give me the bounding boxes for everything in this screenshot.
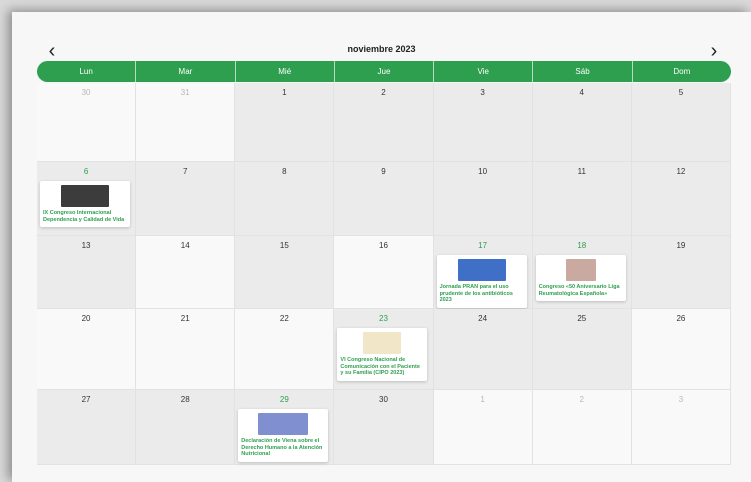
day-cell[interactable]: 16	[334, 236, 434, 309]
day-cell[interactable]: 1	[433, 390, 533, 465]
day-number: 2	[579, 395, 584, 404]
weekday-label: Vie	[434, 61, 534, 82]
day-cell[interactable]: 20	[37, 309, 137, 390]
day-number: 17	[478, 241, 488, 250]
day-number: 13	[81, 241, 91, 250]
day-cell[interactable]: 3	[433, 83, 533, 162]
day-number: 3	[678, 395, 684, 404]
day-number: 29	[279, 395, 289, 404]
weekday-label: Mié	[236, 61, 335, 82]
day-number: 1	[282, 88, 287, 97]
day-number: 19	[676, 241, 686, 250]
day-number: 1	[480, 395, 485, 404]
day-number: 24	[478, 314, 488, 323]
weekday-label: Sáb	[533, 61, 633, 82]
day-cell[interactable]: 14	[136, 236, 236, 309]
month-title: noviembre 2023	[347, 44, 416, 54]
event-card[interactable]: VI Congreso Nacional de Comunicación con…	[337, 328, 428, 381]
day-cell[interactable]: 25	[532, 309, 632, 390]
event-thumbnail	[565, 259, 596, 281]
day-number: 25	[577, 314, 587, 323]
day-number: 15	[279, 241, 289, 250]
day-cell[interactable]: 4	[532, 83, 632, 162]
event-title: Declaración de Viena sobre el Derecho Hu…	[241, 438, 323, 457]
event-thumbnail	[363, 332, 402, 354]
day-cell[interactable]: 18 Congreso «50 Aniversario Liga Reumatol…	[532, 236, 632, 309]
day-cell[interactable]: 8	[235, 162, 335, 236]
day-number: 7	[182, 167, 188, 176]
day-number: 30	[379, 395, 388, 404]
day-number: 18	[577, 241, 587, 250]
day-cell[interactable]: 28	[136, 390, 236, 465]
weekday-label: Dom	[673, 67, 691, 76]
weekday-label: Mar	[136, 61, 236, 82]
event-thumbnail	[61, 185, 109, 207]
day-cell[interactable]: 5	[631, 83, 731, 162]
day-cell[interactable]: 26	[631, 309, 731, 390]
day-cell[interactable]: 15	[235, 236, 335, 309]
event-thumbnail	[258, 413, 309, 435]
day-cell[interactable]: 7	[136, 162, 236, 236]
day-number: 30	[81, 88, 91, 97]
day-number: 20	[81, 314, 91, 323]
day-cell[interactable]: 23 VI Congreso Nacional de Comunicación c…	[334, 309, 434, 390]
day-number: 14	[180, 241, 190, 250]
day-number: 22	[279, 314, 289, 323]
day-number: 23	[379, 314, 388, 323]
event-title: VI Congreso Nacional de Comunicación con…	[340, 357, 420, 376]
day-cell[interactable]: 2	[532, 390, 632, 465]
day-cell[interactable]: 19	[631, 236, 731, 309]
day-cell[interactable]: 1	[235, 83, 335, 162]
day-cell[interactable]: 30	[37, 83, 137, 162]
day-number: 28	[180, 395, 190, 404]
day-cell[interactable]: 3	[631, 390, 731, 465]
day-cell[interactable]: 21	[136, 309, 236, 390]
day-cell[interactable]: 31	[136, 83, 236, 162]
event-card[interactable]: Congreso «50 Aniversario Liga Reumatológ…	[535, 255, 626, 301]
day-number: 31	[180, 88, 190, 97]
day-number: 26	[676, 314, 686, 323]
day-cell[interactable]: 2	[334, 83, 434, 162]
day-number: 8	[282, 167, 287, 176]
day-cell[interactable]: 29 Declaración de Viena sobre el Derecho …	[235, 390, 335, 465]
day-cell[interactable]: 30	[334, 390, 434, 465]
day-cell[interactable]: 9	[334, 162, 434, 236]
weekday-header: Lun Mar Mié Jue Vie Sáb Dom	[37, 61, 731, 82]
event-card[interactable]: IX Congreso Internacional Dependencia y …	[40, 181, 130, 227]
day-number: 12	[676, 167, 686, 176]
day-number: 6	[83, 167, 89, 176]
event-title: IX Congreso Internacional Dependencia y …	[43, 210, 125, 223]
day-number: 4	[579, 88, 584, 97]
day-number: 11	[577, 167, 586, 176]
day-number: 2	[381, 88, 386, 97]
day-number: 27	[81, 395, 91, 404]
day-cell[interactable]: 12	[631, 162, 731, 236]
day-number: 10	[478, 167, 488, 176]
day-cell[interactable]: 10	[433, 162, 533, 236]
event-thumbnail	[457, 259, 506, 281]
calendar-grid: 30 31 1 2 3 4 5 6 IX Congreso Internacional Depe…	[37, 83, 731, 465]
event-title: Jornada PRAN para el uso prudente de los…	[439, 284, 513, 303]
day-number: 21	[180, 314, 190, 323]
weekday-label: Jue	[335, 61, 435, 82]
calendar-frame: ‹ noviembre 2023 › Lun Mar Mié Jue Vie S…	[12, 12, 751, 482]
day-cell[interactable]: 6 IX Congreso Internacional Dependencia y…	[37, 162, 137, 236]
day-cell[interactable]: 11	[532, 162, 632, 236]
weekday-label: Lun	[37, 61, 137, 82]
day-cell[interactable]: 27	[37, 390, 137, 465]
day-cell[interactable]: 22	[235, 309, 335, 390]
day-number: 16	[379, 241, 388, 250]
day-cell[interactable]: 17 Jornada PRAN para el uso prudente de l…	[433, 236, 533, 309]
day-cell[interactable]: 24	[433, 309, 533, 390]
day-cell[interactable]: 13	[37, 236, 137, 309]
event-card[interactable]: Declaración de Viena sobre el Derecho Hu…	[238, 409, 329, 462]
day-number: 5	[678, 88, 684, 97]
day-number: 9	[381, 167, 386, 176]
day-number: 3	[480, 88, 485, 97]
event-card[interactable]: Jornada PRAN para el uso prudente de los…	[436, 255, 527, 308]
event-title: Congreso «50 Aniversario Liga Reumatológ…	[538, 284, 620, 297]
